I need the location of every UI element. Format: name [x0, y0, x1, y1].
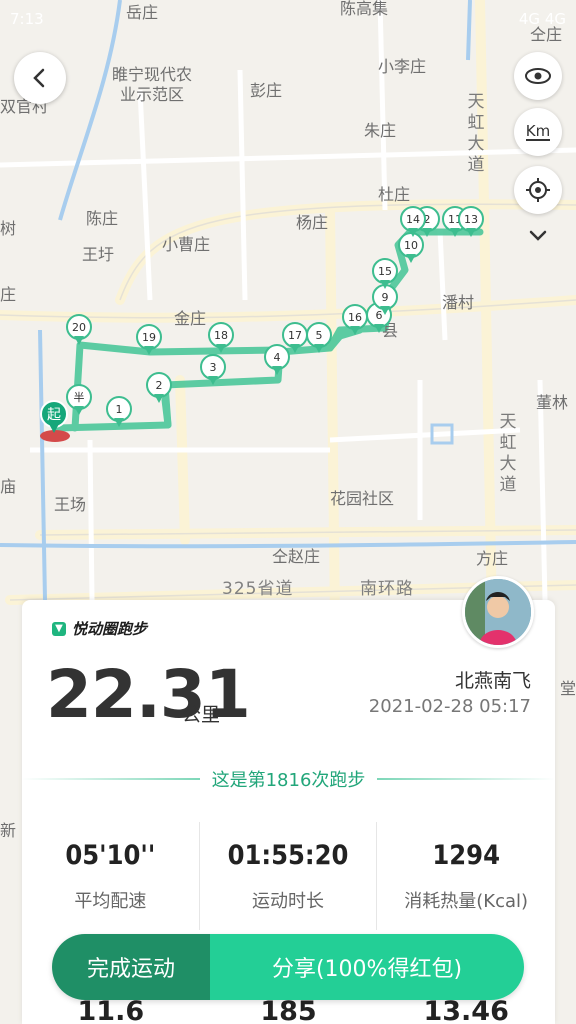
- start-marker[interactable]: 起: [40, 400, 72, 448]
- route-marker[interactable]: 14: [400, 206, 426, 238]
- expand-controls-button[interactable]: [514, 218, 562, 254]
- stat-pace: 05'10'' 平均配速: [22, 822, 200, 930]
- route-marker[interactable]: 5: [306, 322, 332, 354]
- stat-value: 13.46: [423, 996, 509, 1024]
- crosshair-icon: [526, 178, 550, 202]
- stat-calories: 1294 消耗热量(Kcal): [377, 822, 555, 930]
- road-label-tianhong: 天虹大道: [499, 412, 517, 495]
- place-label: 董林: [536, 393, 569, 412]
- user-photo: [465, 579, 531, 645]
- km-markers-button[interactable]: Km: [514, 108, 562, 156]
- share-button[interactable]: 分享(100%得红包): [210, 934, 524, 1000]
- route-marker[interactable]: 13: [458, 206, 484, 238]
- place-label: 杜庄: [378, 185, 411, 204]
- stats-row-2: 11.6 185 13.46: [22, 996, 555, 1024]
- chevron-down-icon: [529, 230, 547, 241]
- stat-duration: 01:55:20 运动时长: [200, 822, 378, 930]
- status-bar: 7:13 4G 4G: [0, 0, 576, 36]
- stat-value: 01:55:20: [227, 840, 349, 871]
- place-label: 新: [0, 821, 17, 840]
- avatar[interactable]: [462, 576, 534, 648]
- place-label: 金庄: [174, 309, 207, 328]
- place-label: 方庄: [476, 549, 509, 568]
- route-marker[interactable]: 17: [282, 322, 308, 354]
- place-label: 小曹庄: [162, 235, 211, 254]
- user-name: 北燕南飞: [454, 670, 531, 692]
- run-count-text: 这是第1816次跑步: [22, 766, 555, 792]
- brand: ▼ 悦动圈跑步: [52, 618, 147, 639]
- stat-label: 消耗热量(Kcal): [404, 891, 529, 912]
- place-label: 仝赵庄: [272, 547, 321, 566]
- place-label: 树: [0, 219, 17, 238]
- route-marker[interactable]: 1: [106, 396, 132, 428]
- chevron-left-icon: [33, 68, 45, 88]
- route-marker[interactable]: 18: [208, 322, 234, 354]
- back-button[interactable]: [14, 52, 66, 104]
- visibility-toggle-button[interactable]: [514, 52, 562, 100]
- brand-name: 悦动圈跑步: [72, 620, 148, 638]
- stat-value: 05'10'': [65, 840, 156, 871]
- place-label: 杨庄: [296, 213, 329, 232]
- place-label: 王场: [54, 495, 87, 514]
- place-label: 朱庄: [364, 121, 397, 140]
- stat-value: 11.6: [77, 996, 145, 1024]
- place-label: 庙: [0, 477, 17, 496]
- stat-label: 平均配速: [74, 891, 147, 912]
- status-time: 7:13: [10, 10, 44, 28]
- road-label-provincial: 325省道: [222, 579, 294, 599]
- road-label-tianhong: 天虹大道: [467, 92, 485, 175]
- stat-label: 运动时长: [252, 891, 324, 912]
- status-indicators: 4G 4G: [518, 10, 566, 28]
- place-label: 陈庄: [86, 209, 119, 228]
- locate-button[interactable]: [514, 166, 562, 214]
- km-icon: Km: [525, 122, 551, 141]
- place-label: 庄: [0, 285, 17, 304]
- stat-value: 185: [260, 996, 317, 1024]
- distance-unit: 公里: [182, 704, 221, 726]
- stats-row: 05'10'' 平均配速 01:55:20 运动时长 1294 消耗热量(Kca…: [22, 822, 555, 930]
- route-marker[interactable]: 20: [66, 314, 92, 346]
- run-date: 2021-02-28 05:17: [368, 696, 531, 717]
- place-label: 潘村: [442, 293, 475, 312]
- place-label: 睢宁现代农: [112, 65, 193, 84]
- route-marker[interactable]: 15: [372, 258, 398, 290]
- place-label: 业示范区: [120, 85, 185, 104]
- place-label: 花园社区: [330, 489, 395, 508]
- place-label: 小李庄: [378, 57, 427, 76]
- brand-logo-icon: ▼: [52, 621, 66, 636]
- eye-icon: [525, 68, 551, 84]
- route-marker[interactable]: 2: [146, 372, 172, 404]
- action-bar: 完成运动 分享(100%得红包): [52, 934, 524, 1000]
- finish-button[interactable]: 完成运动: [52, 934, 210, 1000]
- place-label: 彭庄: [250, 81, 283, 100]
- road-label-ring: 南环路: [360, 579, 414, 599]
- route-marker[interactable]: 3: [200, 354, 226, 386]
- route-marker[interactable]: 19: [136, 324, 162, 356]
- route-marker[interactable]: 16: [342, 304, 368, 336]
- place-label: 王圩: [82, 245, 115, 264]
- place-label: 堂: [560, 679, 576, 698]
- stat-value: 1294: [432, 840, 500, 871]
